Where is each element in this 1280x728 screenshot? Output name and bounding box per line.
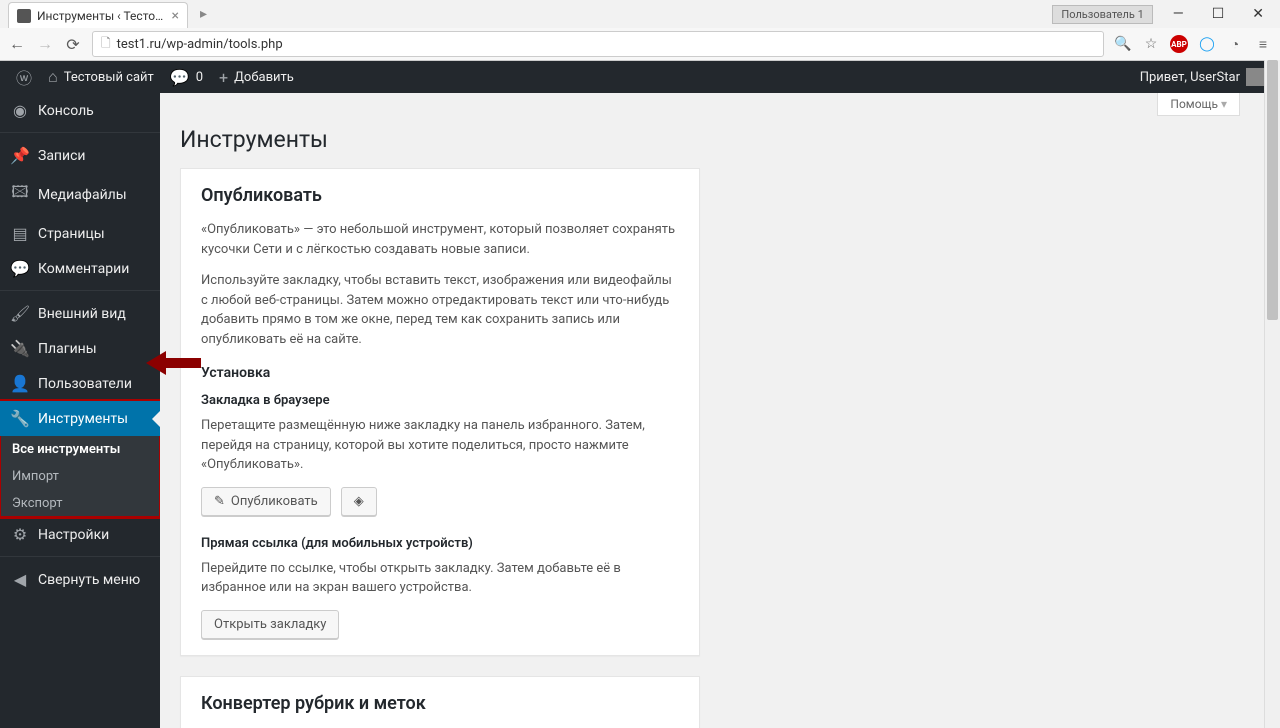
user-greeting[interactable]: Привет, UserStar <box>1132 61 1272 93</box>
screen-meta: Помощь <box>180 93 1260 116</box>
brush-icon: 🖌 <box>10 304 30 323</box>
menu-separator <box>0 128 160 133</box>
avatar <box>1246 68 1264 86</box>
sidebar-item-plugins[interactable]: 🔌Плагины <box>0 331 160 366</box>
admin-menu: ◉Консоль 📌Записи 🖾Медиафайлы ▤Страницы 💬… <box>0 93 160 728</box>
page-title: Инструменты <box>180 126 1260 153</box>
tools-submenu: Все инструменты Импорт Экспорт <box>0 436 160 517</box>
converter-card: Конвертер рубрик и меток <box>180 676 700 728</box>
maximize-icon[interactable]: ☐ <box>1204 6 1233 22</box>
user-badge[interactable]: Пользователь 1 <box>1052 5 1152 24</box>
card-text: «Опубликовать» — это небольшой инструмен… <box>201 220 679 259</box>
menu-separator <box>0 286 160 291</box>
direct-link-heading: Прямая ссылка (для мобильных устройств) <box>201 536 679 551</box>
wp-logo[interactable]: ⓦ <box>8 61 40 93</box>
clipboard-icon: ◈ <box>354 494 364 509</box>
site-name-link[interactable]: ⌂Тестовый сайт <box>40 61 162 93</box>
scrollbar[interactable] <box>1264 60 1280 728</box>
gear-icon: ⚙ <box>10 525 30 544</box>
card-text: Используйте закладку, чтобы вставить тек… <box>201 271 679 349</box>
tab-bar: Инструменты ‹ Тестовый × ▸ Пользователь … <box>0 0 1280 28</box>
card-text: Перетащите размещённую ниже закладку на … <box>201 416 679 475</box>
submenu-all-tools[interactable]: Все инструменты <box>0 436 160 463</box>
browser-tab[interactable]: Инструменты ‹ Тестовый × <box>8 2 188 28</box>
url-input[interactable]: 🗋 test1.ru/wp-admin/tools.php <box>92 31 1104 57</box>
scrollbar-thumb[interactable] <box>1267 60 1278 320</box>
card-heading: Опубликовать <box>201 185 679 206</box>
bookmarklet-heading: Закладка в браузере <box>201 393 679 408</box>
close-window-icon[interactable]: ✕ <box>1244 6 1272 22</box>
tab-close-icon[interactable]: × <box>172 8 179 24</box>
edit-icon: ✎ <box>214 494 225 509</box>
press-this-card: Опубликовать «Опубликовать» — это неболь… <box>180 168 700 656</box>
extension-icon[interactable]: ◯ <box>1198 35 1216 53</box>
sidebar-item-users[interactable]: 👤Пользователи <box>0 366 160 401</box>
help-tab[interactable]: Помощь <box>1157 93 1240 116</box>
pages-icon: ▤ <box>10 224 30 243</box>
reload-button[interactable]: ⟳ <box>64 35 82 54</box>
sidebar-item-pages[interactable]: ▤Страницы <box>0 216 160 251</box>
browser-chrome: Инструменты ‹ Тестовый × ▸ Пользователь … <box>0 0 1280 61</box>
bookmark-icon[interactable]: ☆ <box>1142 35 1160 53</box>
adblock-icon[interactable]: ABP <box>1170 35 1188 53</box>
collapse-icon: ◀ <box>10 570 30 589</box>
url-text: test1.ru/wp-admin/tools.php <box>117 37 1095 52</box>
open-bookmarklet-button[interactable]: Открыть закладку <box>201 610 339 639</box>
zoom-icon[interactable]: 🔍 <box>1114 35 1132 53</box>
sidebar-collapse[interactable]: ◀Свернуть меню <box>0 562 160 597</box>
page-info-icon[interactable]: 🗋 <box>101 34 111 55</box>
address-bar: ← → ⟳ 🗋 test1.ru/wp-admin/tools.php 🔍 ☆ … <box>0 28 1280 60</box>
forward-button[interactable]: → <box>36 34 54 54</box>
tab-favicon <box>17 9 31 23</box>
profile-icon[interactable]: ◔ <box>1226 35 1244 53</box>
submenu-export[interactable]: Экспорт <box>0 490 160 517</box>
highlighted-section: 🔧Инструменты Все инструменты Импорт Эксп… <box>0 401 160 517</box>
install-heading: Установка <box>201 365 679 381</box>
press-this-bookmarklet[interactable]: ✎Опубликовать <box>201 487 331 516</box>
wrench-icon: 🔧 <box>10 409 30 428</box>
card-text: Перейдите по ссылке, чтобы открыть закла… <box>201 559 679 598</box>
sidebar-item-appearance[interactable]: 🖌Внешний вид <box>0 296 160 331</box>
wp-admin-bar: ⓦ ⌂Тестовый сайт 💬0 +Добавить Привет, Us… <box>0 61 1280 93</box>
user-icon: 👤 <box>10 374 30 393</box>
menu-separator <box>0 552 160 557</box>
card-heading: Конвертер рубрик и меток <box>201 693 679 714</box>
sidebar-item-tools[interactable]: 🔧Инструменты <box>0 401 160 436</box>
sidebar-item-settings[interactable]: ⚙Настройки <box>0 517 160 552</box>
tab-title: Инструменты ‹ Тестовый <box>37 9 164 23</box>
media-icon: 🖾 <box>10 181 30 208</box>
sidebar-item-media[interactable]: 🖾Медиафайлы <box>0 173 160 216</box>
minimize-icon[interactable]: — <box>1165 6 1192 22</box>
new-tab-button[interactable]: ▸ <box>194 4 213 24</box>
press-this-code-button[interactable]: ◈ <box>341 487 377 516</box>
main-content: Помощь Инструменты Опубликовать «Опублик… <box>160 93 1280 728</box>
menu-icon[interactable]: ≡ <box>1254 35 1272 53</box>
plugin-icon: 🔌 <box>10 339 30 358</box>
comments-icon: 💬 <box>10 259 30 278</box>
submenu-import[interactable]: Импорт <box>0 463 160 490</box>
comments-link[interactable]: 💬0 <box>162 61 211 93</box>
sidebar-item-posts[interactable]: 📌Записи <box>0 138 160 173</box>
dashboard-icon: ◉ <box>10 101 30 120</box>
sidebar-item-dashboard[interactable]: ◉Консоль <box>0 93 160 128</box>
back-button[interactable]: ← <box>8 34 26 54</box>
pin-icon: 📌 <box>10 146 30 165</box>
add-new-link[interactable]: +Добавить <box>211 61 302 93</box>
sidebar-item-comments[interactable]: 💬Комментарии <box>0 251 160 286</box>
